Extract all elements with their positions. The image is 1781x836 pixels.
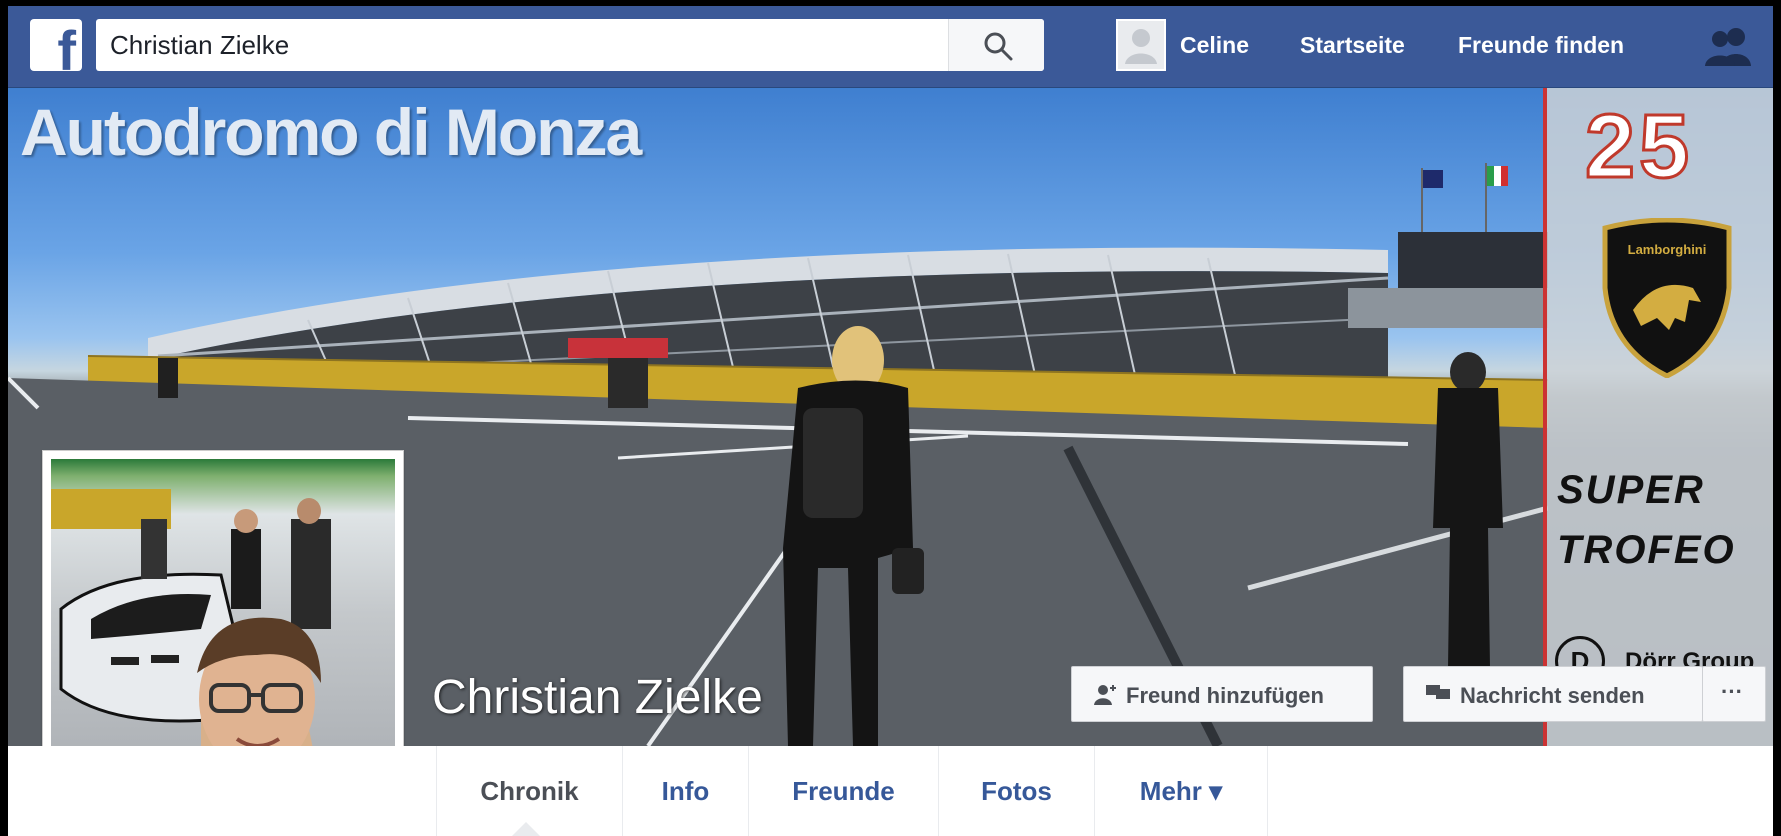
friends-icon[interactable] xyxy=(1703,26,1755,66)
avatar-silhouette-icon xyxy=(1125,29,1157,64)
super-trofeo-text-line1: SUPER xyxy=(1557,468,1705,512)
nav-find-friends-link[interactable]: Freunde finden xyxy=(1458,32,1624,59)
active-tab-indicator xyxy=(512,822,540,836)
add-friend-button[interactable]: Freund hinzufügen xyxy=(1071,666,1373,722)
more-options-button[interactable]: ··· xyxy=(1702,666,1766,722)
facebook-logo-letter: f xyxy=(57,19,76,72)
tab-info[interactable]: Info xyxy=(622,746,748,836)
add-friend-label: Freund hinzufügen xyxy=(1126,683,1324,708)
add-friend-icon xyxy=(1094,685,1116,705)
super-trofeo-text-line2: TROFEO xyxy=(1557,528,1736,572)
send-message-button[interactable]: Nachricht senden xyxy=(1403,666,1703,722)
lamborghini-wordmark: Lamborghini xyxy=(1628,242,1707,257)
car-number: 25 xyxy=(1583,96,1694,199)
profile-name[interactable]: Christian Zielke xyxy=(432,670,763,725)
facebook-logo[interactable]: f xyxy=(30,19,82,71)
cover-title: Autodromo di Monza xyxy=(20,95,642,169)
tab-freunde[interactable]: Freunde xyxy=(748,746,938,836)
search-icon xyxy=(984,32,1013,61)
search-input[interactable] xyxy=(96,19,956,71)
more-options-label: ··· xyxy=(1721,679,1743,704)
user-avatar[interactable] xyxy=(1116,19,1166,71)
facebook-profile-page: f Celine Startseite Freunde finden xyxy=(8,6,1773,836)
send-message-label: Nachricht senden xyxy=(1460,683,1645,708)
search-box xyxy=(96,19,1044,71)
sponsor-strip: 25 Lamborghini SUPER TROFEO D Dörr Group xyxy=(1543,88,1773,746)
top-navigation-bar: f Celine Startseite Freunde finden xyxy=(8,6,1773,88)
tab-fotos[interactable]: Fotos xyxy=(938,746,1094,836)
message-icon xyxy=(1426,685,1450,699)
tab-mehr[interactable]: Mehr ▾ xyxy=(1094,746,1268,836)
nav-user-name[interactable]: Celine xyxy=(1180,32,1249,59)
profile-tabs: Chronik Info Freunde Fotos Mehr ▾ xyxy=(8,746,1773,836)
search-button[interactable] xyxy=(948,19,1044,71)
lamborghini-logo: Lamborghini xyxy=(1602,218,1732,378)
nav-home-link[interactable]: Startseite xyxy=(1300,32,1405,59)
